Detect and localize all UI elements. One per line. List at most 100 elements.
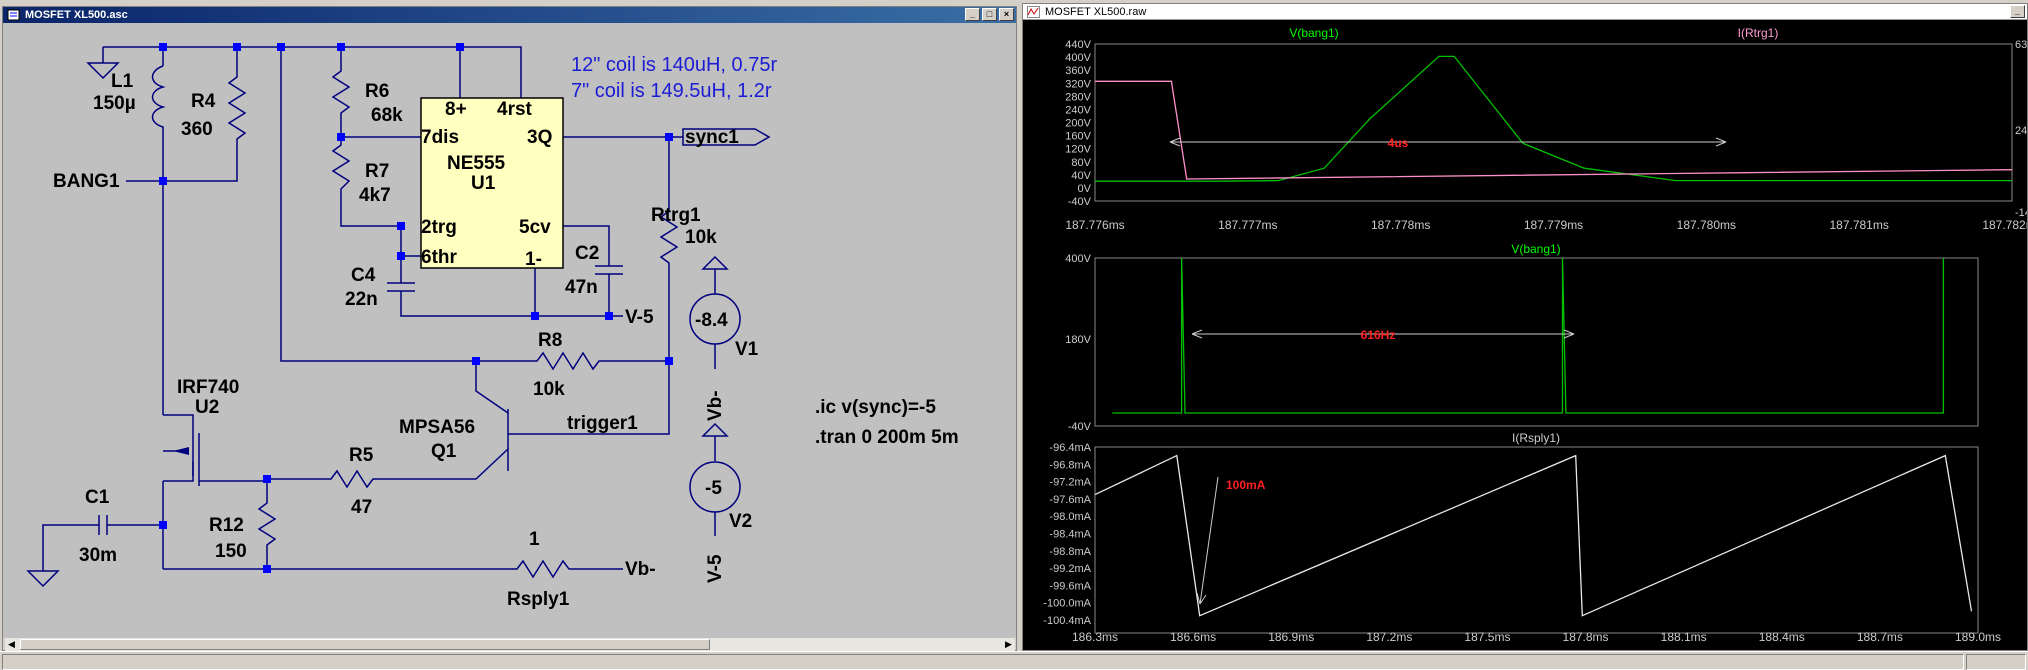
value-r7: 4k7	[359, 185, 391, 206]
pane3-ytick: -97.2mA	[1049, 477, 1091, 489]
waveform-canvas[interactable]: V(bang1) I(Rtrg1)440V400V360V320V280V240V…	[1023, 20, 2027, 650]
pane1-xtick: 187.779ms	[1524, 218, 1583, 232]
status-seg-grip	[1966, 654, 2026, 670]
label-r6: R6	[365, 81, 389, 102]
waveform-titlebar[interactable]: MOSFET XL500.raw _	[1023, 4, 2027, 20]
pane2-annotation: 616Hz	[1361, 328, 1396, 342]
pane1-cursor-arrow	[1169, 137, 1727, 147]
scroll-right-arrow[interactable]: ▶	[1002, 638, 1015, 651]
pane1-ytick: 360V	[1065, 65, 1091, 77]
label-u2: U2	[195, 397, 219, 418]
value-r12: 150	[215, 541, 247, 562]
scroll-left-arrow[interactable]: ◀	[5, 638, 18, 651]
pane1-ytick: 0V	[1078, 183, 1092, 195]
pane3-xtick: 188.7ms	[1857, 630, 1903, 644]
pane3-ytick: -100.4mA	[1043, 615, 1091, 627]
label-c1: C1	[85, 487, 110, 508]
label-l1: L1	[111, 71, 134, 92]
pane3-xtick: 186.6ms	[1170, 630, 1216, 644]
plot-pane-3-frame	[1094, 446, 1979, 634]
pane3-xtick: 187.2ms	[1366, 630, 1412, 644]
minimize-button[interactable]: _	[965, 8, 980, 21]
ne555-pin7: 7dis	[421, 127, 459, 148]
pane2-ytick: 400V	[1065, 253, 1091, 265]
ne555-ref: U1	[471, 173, 496, 194]
pane3-trace-irsply1: I(Rsply1)	[1512, 431, 1560, 445]
pane1-ytick: 200V	[1065, 118, 1091, 130]
schematic-window[interactable]: MOSFET XL500.asc _ □ × L1 150µ R4 360 R6…	[2, 6, 1017, 651]
value-r8: 10k	[533, 379, 565, 400]
pane1-ytick: 120V	[1065, 144, 1091, 156]
pane3-ytick: -98.4mA	[1049, 529, 1091, 541]
label-r4: R4	[191, 91, 216, 112]
scroll-thumb[interactable]	[20, 639, 710, 650]
wave-minimize-button[interactable]: _	[2010, 5, 2025, 18]
value-r6: 68k	[371, 105, 403, 126]
ne555-pin2: 2trg	[421, 217, 457, 238]
pane3-xtick: 186.3ms	[1072, 630, 1118, 644]
directive-tran[interactable]: .tran 0 200m 5m	[815, 427, 959, 448]
pane1-ytick: 40V	[1071, 170, 1091, 182]
label-trigger1: trigger1	[567, 413, 638, 434]
value-r4: 360	[181, 119, 213, 140]
pane1-xtick: 187.781ms	[1829, 218, 1888, 232]
pane2-series-vbang1	[1112, 257, 1945, 414]
vbm-label: Vb-	[705, 390, 726, 421]
pane3-ytick: -100.0mA	[1043, 598, 1091, 610]
coil-note-2[interactable]: 7" coil is 149.5uH, 1.2r	[571, 80, 772, 102]
coil-note-1[interactable]: 12" coil is 140uH, 0.75r	[571, 54, 777, 76]
pane1-series-irtrg1	[1095, 80, 2013, 180]
label-irf740: IRF740	[177, 377, 239, 398]
value-v2: -5	[705, 478, 722, 499]
value-l1: 150µ	[93, 93, 136, 114]
pane3-xtick: 188.1ms	[1661, 630, 1707, 644]
pane2-trace-vbang1: V(bang1)	[1511, 242, 1560, 256]
pane3-ytick: -98.0mA	[1049, 511, 1091, 523]
schematic-titlebar[interactable]: MOSFET XL500.asc _ □ ×	[3, 7, 1016, 23]
label-v5: V-5	[625, 307, 654, 328]
label-vbneg: Vb-	[625, 559, 656, 580]
pane3-xtick: 186.9ms	[1268, 630, 1314, 644]
schematic-canvas[interactable]: L1 150µ R4 360 R6 68k R7 4k7 C4 22n C2 4…	[3, 23, 1016, 637]
label-rsply1: Rsply1	[507, 589, 570, 610]
pane3-cursor-arrow	[1196, 476, 1219, 605]
label-c2: C2	[575, 243, 599, 264]
label-v1: V1	[735, 339, 759, 360]
pane1-annotation: 4us	[1388, 136, 1409, 150]
pane1-trace-vbang1: V(bang1)	[1289, 26, 1338, 40]
pane3-ytick: -99.2mA	[1049, 563, 1091, 575]
pane1-xtick: 187.782ms	[1982, 218, 2027, 232]
label-rtrg1: Rtrg1	[651, 205, 701, 226]
pane3-xtick: 187.8ms	[1563, 630, 1609, 644]
label-r12: R12	[209, 515, 244, 536]
pane1-ytick: -40V	[1068, 196, 1092, 208]
ne555-pin6: 6thr	[421, 247, 458, 268]
directive-ic[interactable]: .ic v(sync)=-5	[815, 397, 936, 418]
value-v1: -8.4	[695, 310, 728, 331]
sync-flag-label: sync1	[685, 127, 739, 148]
waveform-title: MOSFET XL500.raw	[1045, 6, 1147, 18]
maximize-button[interactable]: □	[982, 8, 997, 21]
pane3-ytick: -98.8mA	[1049, 546, 1091, 558]
schematic-title: MOSFET XL500.asc	[25, 9, 128, 21]
value-c4: 22n	[345, 289, 378, 310]
pane3-xtick: 187.5ms	[1464, 630, 1510, 644]
pane3-ytick: -97.6mA	[1049, 494, 1091, 506]
pane1-ytick: 80V	[1071, 157, 1091, 169]
label-v2: V2	[729, 511, 752, 532]
pane3-xtick: 188.4ms	[1759, 630, 1805, 644]
label-r8: R8	[538, 330, 562, 351]
label-c4: C4	[351, 265, 376, 286]
pane1-xtick: 187.777ms	[1218, 218, 1277, 232]
pane1-trace-irtrg1: I(Rtrg1)	[1738, 26, 1779, 40]
waveform-window[interactable]: MOSFET XL500.raw _ V(bang1) I(Rtrg1) 440V 4…	[1022, 3, 2028, 651]
v5-pin-label: V-5	[705, 554, 726, 583]
value-c1: 30m	[79, 545, 117, 566]
label-mpsa56: MPSA56	[399, 417, 475, 438]
pane2-ytick: 180V	[1065, 334, 1091, 346]
pane1-ytick: 400V	[1065, 52, 1091, 64]
close-button[interactable]: ×	[999, 8, 1014, 21]
value-rsply1: 1	[529, 529, 540, 550]
ne555-pin8: 8+	[445, 99, 467, 120]
schematic-hscrollbar[interactable]: ◀ ▶	[5, 637, 1015, 651]
